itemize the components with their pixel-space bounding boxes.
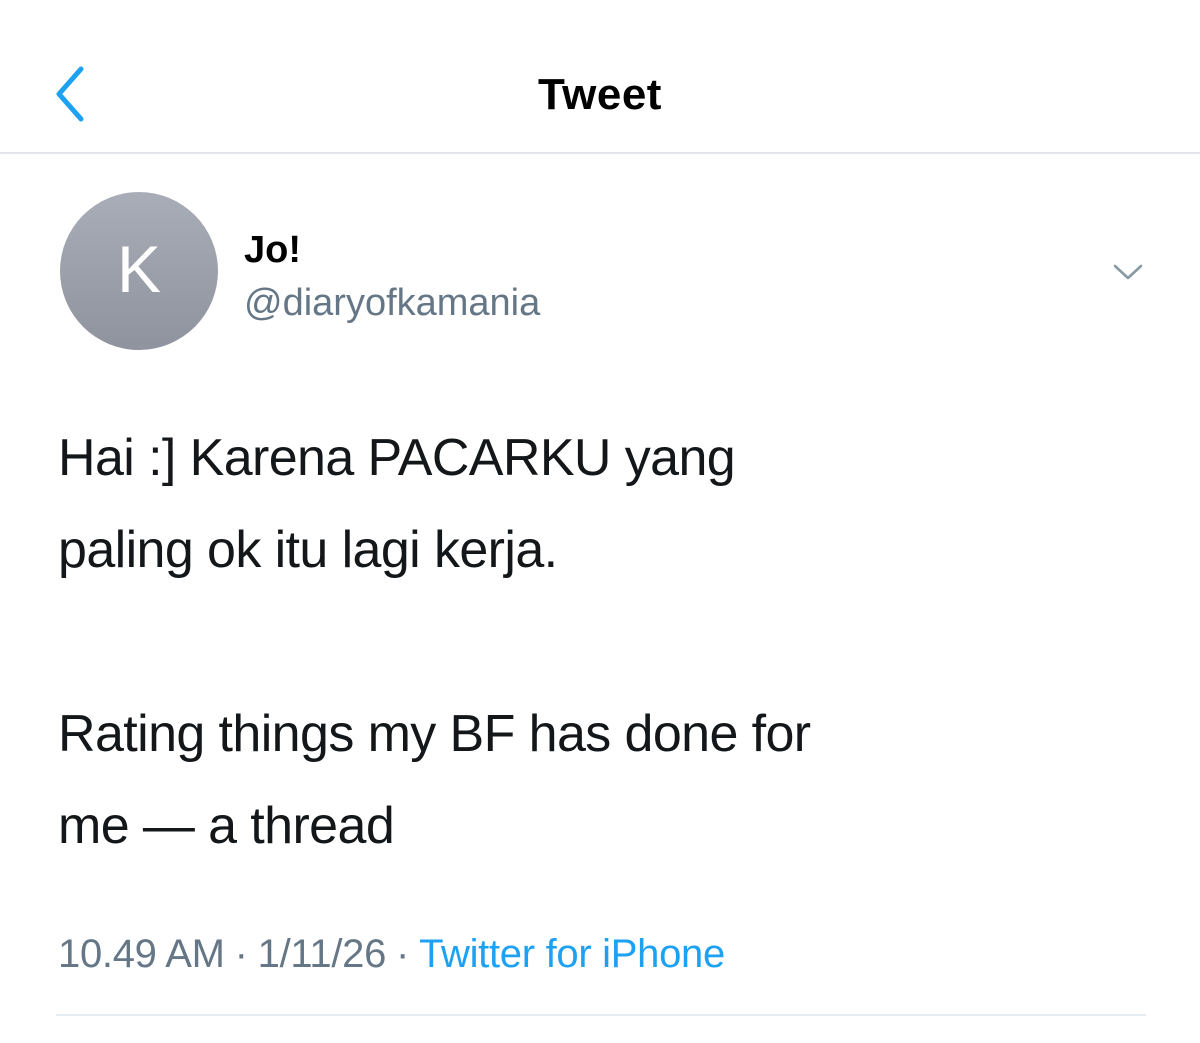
tweet-text-line	[58, 596, 1158, 688]
chevron-left-icon	[56, 66, 84, 122]
back-button[interactable]	[40, 62, 100, 126]
chevron-down-icon	[1113, 264, 1143, 280]
tweet-menu-button[interactable]	[1104, 252, 1152, 292]
avatar[interactable]: K	[60, 192, 218, 350]
tweet-text-line: paling ok itu lagi kerja.	[58, 521, 558, 579]
avatar-initial: K	[116, 232, 162, 306]
divider	[56, 1014, 1146, 1016]
page-title: Tweet	[538, 70, 662, 119]
separator-dot: ·	[234, 932, 248, 976]
tweet-text: Hai :] Karena PACARKU yang paling ok itu…	[58, 412, 1158, 872]
display-name[interactable]: Jo!	[244, 228, 301, 272]
tweet-source-link[interactable]: Twitter for iPhone	[419, 932, 725, 976]
tweet-time: 10.49 AM	[58, 932, 225, 976]
separator-dot: ·	[396, 932, 410, 976]
tweet-metadata: 10.49 AM · 1/11/26 · Twitter for iPhone	[58, 924, 725, 984]
tweet-text-line: Rating things my BF has done for	[58, 705, 811, 763]
tweet-text-line: me — a thread	[58, 797, 395, 855]
tweet-text-line: Hai :] Karena PACARKU yang	[58, 429, 736, 487]
username[interactable]: @diaryofkamania	[244, 280, 540, 326]
tweet-date: 1/11/26	[257, 932, 387, 976]
tweet-detail: K Jo! @diaryofkamania Hai :] Karena PACA…	[0, 156, 1200, 1043]
